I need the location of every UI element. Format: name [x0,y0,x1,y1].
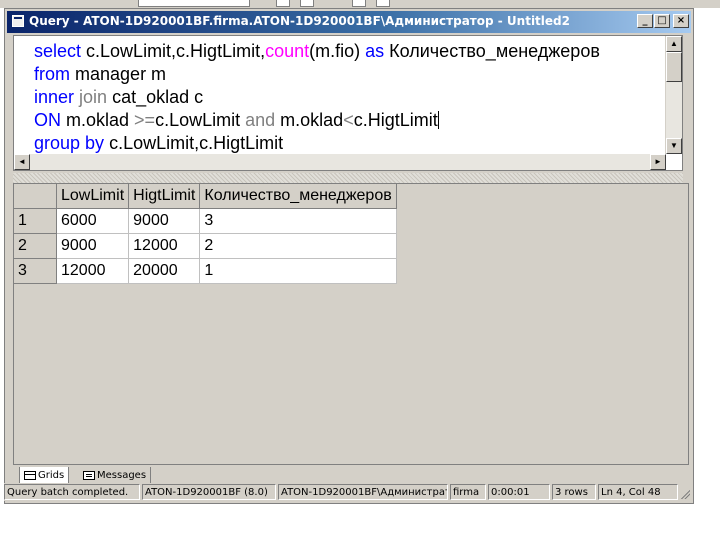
results-table: LowLimit HigtLimit Количество_менеджеров… [14,184,397,284]
code-token: m.oklad [280,110,344,130]
database-dropdown[interactable] [138,0,250,7]
resize-grip-icon[interactable] [680,489,690,499]
tab-messages-label: Messages [97,470,147,481]
code-line[interactable]: from manager m [34,63,600,86]
window-title: Query - ATON-1D920001BF.firma.ATON-1D920… [29,14,569,28]
table-row[interactable]: 1 6000 9000 3 [14,208,397,234]
query-window: Query - ATON-1D920001BF.firma.ATON-1D920… [4,8,694,504]
status-position: Ln 4, Col 48 [598,484,678,500]
scroll-right-icon[interactable]: ► [650,154,666,170]
code-token: as [365,41,390,61]
sql-editor[interactable]: select c.LowLimit,c.HigtLimit,count(m.fi… [13,35,683,171]
toolbar-strip [0,0,720,8]
code-token: ON [34,110,67,130]
table-row[interactable]: 3 12000 20000 1 [14,258,397,284]
text-caret [437,111,439,129]
row-number[interactable]: 3 [14,258,57,284]
code-token: join [79,87,113,107]
vertical-scrollbar[interactable]: ▲ ▼ [665,36,682,154]
status-database: firma [450,484,486,500]
code-token: c.HigtLimit [353,110,438,130]
title-bar[interactable]: Query - ATON-1D920001BF.firma.ATON-1D920… [7,11,691,33]
query-window-icon [12,15,24,27]
close-button[interactable]: × [673,14,689,28]
status-user: ATON-1D920001BF\Администратор [278,484,448,500]
code-line[interactable]: ON m.oklad >=c.LowLimit and m.oklad<c.Hi… [34,109,600,132]
status-bar: Query batch completed. ATON-1D920001BF (… [4,483,692,501]
toolbar-button[interactable] [376,0,390,7]
code-token: c.LowLimit,c.HigtLimit [109,133,284,153]
scroll-down-icon[interactable]: ▼ [666,138,682,154]
grid-corner[interactable] [14,184,57,209]
status-rows: 3 rows [552,484,596,500]
scroll-left-icon[interactable]: ◄ [14,154,30,170]
table-cell[interactable]: 9000 [128,208,201,234]
status-elapsed: 0:00:01 [488,484,550,500]
horizontal-scrollbar[interactable]: ◄ ► [14,154,666,170]
table-cell[interactable]: 12000 [56,258,130,284]
column-header[interactable]: HigtLimit [128,184,201,209]
status-server: ATON-1D920001BF (8.0) [142,484,276,500]
code-token: c.LowLimit,c.HigtLimit, [86,41,266,61]
table-cell[interactable]: 1 [199,258,397,284]
table-cell[interactable]: 2 [199,233,397,259]
code-token: >= [134,110,156,130]
sql-code[interactable]: select c.LowLimit,c.HigtLimit,count(m.fi… [34,40,600,155]
status-message: Query batch completed. [4,484,140,500]
tab-grids-label: Grids [38,470,65,481]
results-grid: LowLimit HigtLimit Количество_менеджеров… [13,183,689,465]
table-cell[interactable]: 9000 [56,233,130,259]
code-line[interactable]: inner join cat_oklad c [34,86,600,109]
minimize-button[interactable]: _ [637,14,653,28]
code-line[interactable]: select c.LowLimit,c.HigtLimit,count(m.fi… [34,40,600,63]
code-token: cat_oklad c [112,87,204,107]
code-token: count [265,41,310,61]
code-token: group by [34,133,110,153]
pane-splitter[interactable] [13,173,683,183]
column-header[interactable]: Количество_менеджеров [199,184,397,209]
code-line[interactable]: group by c.LowLimit,c.HigtLimit [34,132,600,155]
toolbar-button[interactable] [300,0,314,7]
code-token: < [343,110,354,130]
code-token: Количество_менеджеров [389,41,600,61]
row-number[interactable]: 1 [14,208,57,234]
code-token: select [34,41,87,61]
code-token: inner [34,87,80,107]
table-row[interactable]: 2 9000 12000 2 [14,233,397,259]
table-cell[interactable]: 3 [199,208,397,234]
maximize-button[interactable]: □ [654,14,670,28]
table-cell[interactable]: 20000 [128,258,201,284]
scroll-thumb[interactable] [666,52,682,82]
messages-icon [83,471,95,480]
code-token: from [34,64,76,84]
code-token: m.oklad [66,110,135,130]
toolbar-button[interactable] [276,0,290,7]
grid-icon [24,471,36,480]
table-cell[interactable]: 12000 [128,233,201,259]
scroll-up-icon[interactable]: ▲ [666,36,682,52]
code-token: and [245,110,281,130]
code-token: (m.fio) [309,41,366,61]
column-header[interactable]: LowLimit [56,184,130,209]
table-cell[interactable]: 6000 [56,208,130,234]
code-token: manager m [75,64,167,84]
row-number[interactable]: 2 [14,233,57,259]
toolbar-button[interactable] [352,0,366,7]
code-token: c.LowLimit [155,110,246,130]
